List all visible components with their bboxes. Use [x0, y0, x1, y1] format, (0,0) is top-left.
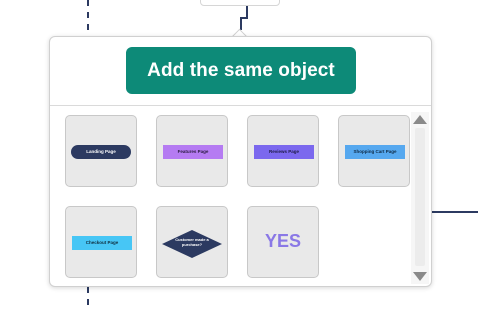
- shape-preview-yes-text: YES: [264, 231, 302, 251]
- shape-preview-landing-page: Landing Page: [71, 145, 131, 159]
- shape-preview-shopping-cart-page: Shopping Cart Page: [345, 145, 405, 159]
- triangle-up-icon[interactable]: [413, 115, 427, 124]
- shape-tile-landing-page[interactable]: Landing Page: [65, 115, 137, 187]
- popover-divider: [50, 105, 431, 106]
- shape-tile-features-page[interactable]: Features Page: [156, 115, 228, 187]
- shape-tile-yes-label[interactable]: YES: [247, 206, 319, 278]
- shape-tile-purchase-decision[interactable]: Customer made a purchase?: [156, 206, 228, 278]
- shape-grid: Landing Page Features Page Reviews Page …: [65, 115, 410, 281]
- scrollbar-thumb[interactable]: [415, 128, 425, 266]
- shape-tile-reviews-page[interactable]: Reviews Page: [247, 115, 319, 187]
- canvas-node-top[interactable]: [200, 0, 280, 6]
- shape-picker-popover: Add the same object Landing Page Feature…: [49, 36, 432, 287]
- vertical-scrollbar[interactable]: [411, 112, 429, 284]
- shape-preview-features-page: Features Page: [163, 145, 223, 159]
- shape-preview-reviews-page: Reviews Page: [254, 145, 314, 159]
- triangle-down-icon[interactable]: [413, 272, 427, 281]
- shape-tile-shopping-cart-page[interactable]: Shopping Cart Page: [338, 115, 410, 187]
- top-connector: [240, 6, 248, 30]
- shape-tile-checkout-page[interactable]: Checkout Page: [65, 206, 137, 278]
- shape-preview-checkout-page: Checkout Page: [72, 236, 132, 250]
- add-same-object-button[interactable]: Add the same object: [126, 47, 356, 94]
- shape-preview-purchase-decision: Customer made a purchase?: [175, 237, 209, 247]
